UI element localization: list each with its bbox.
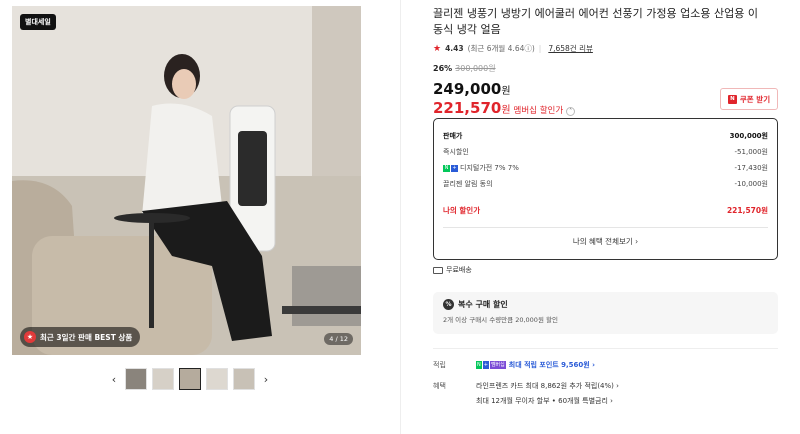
view-all-benefits-link[interactable]: 나의 혜택 전체보기 › [443, 236, 768, 247]
thumbnail[interactable] [233, 368, 255, 390]
multi-buy-desc: 2개 이상 구매시 수량만큼 20,000원 할인 [443, 316, 558, 324]
naver-plus-icon: N + 멤버십 [476, 361, 506, 369]
thumbnail[interactable] [125, 368, 147, 390]
price-unit: 원 [501, 86, 511, 97]
rating-row: ★ 4.43 (최근 6개월 4.64ⓘ) | 7,658건 리뷰 [433, 43, 778, 54]
product-title: 끌리젠 냉풍기 냉방기 에어쿨러 에어컨 선풍기 가정용 업소용 산업용 이동식… [433, 7, 758, 36]
gift-icon: ★ [24, 331, 36, 343]
member-price: 221,570 [433, 99, 502, 117]
product-info: 끌리젠 냉풍기 냉방기 에어쿨러 에어컨 선풍기 가정용 업소용 산업용 이동식… [433, 6, 778, 405]
truck-icon [433, 266, 443, 274]
price-row-digital: N + 디지털가전 7% 7% -17,430원 [443, 160, 768, 176]
alarm-discount-label: 끌리젠 알림 동의 [443, 180, 493, 188]
naver-pay-icon: N + [443, 164, 458, 172]
alarm-discount-value: -10,000원 [734, 180, 768, 188]
review-link[interactable]: 7,658건 리뷰 [548, 43, 593, 54]
chevron-left-icon[interactable]: ‹ [108, 373, 120, 386]
sale-badge: 별대세일 [20, 14, 56, 30]
final-price-row: 나의 할인가 221,570원 [443, 202, 768, 218]
member-price-label: 멤버십 할인가 [513, 106, 564, 116]
chevron-up-icon[interactable]: ˄ [566, 107, 576, 116]
product-photo [12, 6, 361, 355]
image-counter: 4 / 12 [324, 333, 353, 345]
price-row-instant: 즉시할인 -51,000원 [443, 144, 768, 160]
sale-price: 249,000 [433, 80, 502, 98]
separator: | [538, 44, 542, 53]
discount-percent: 26% [433, 64, 453, 73]
price-row-alarm: 끌리젠 알림 동의 -10,000원 [443, 176, 768, 192]
rating-score: 4.43 [445, 44, 464, 53]
chevron-right-icon[interactable]: › [260, 373, 272, 386]
price-breakdown: 판매가 300,000원 즉시할인 -51,000원 N + 디지털가전 7% 7%… [433, 118, 778, 260]
main-product-image[interactable]: 별대세일 ★ 최근 3일간 판매 BEST 상품 4 / 12 [12, 6, 361, 355]
thumbnail[interactable] [206, 368, 228, 390]
best-seller-text: 최근 3일간 판매 BEST 상품 [40, 332, 133, 342]
rating-sub[interactable]: (최근 6개월 4.64ⓘ) [468, 43, 535, 54]
best-seller-pill: ★ 최근 3일간 판매 BEST 상품 [20, 327, 141, 347]
divider [443, 227, 768, 228]
percent-icon: % [443, 299, 454, 310]
naver-n-icon: N [727, 94, 737, 104]
original-price: 300,000원 [455, 64, 496, 73]
coupon-button[interactable]: N 쿠폰 받기 [720, 88, 778, 110]
list-price-value: 300,000원 [729, 131, 768, 140]
instant-discount-label: 즉시할인 [443, 148, 469, 156]
shipping-text: 무료배송 [446, 266, 472, 274]
price-row-list: 판매가 300,000원 [443, 127, 768, 144]
thumbnail[interactable] [152, 368, 174, 390]
points-row: 적립 N + 멤버십 최대 적립 포인트 9,560원 › [433, 360, 595, 370]
column-divider [400, 0, 401, 434]
multi-buy-title: 복수 구매 할인 [458, 300, 508, 309]
multi-buy-title-row: % 복수 구매 할인 [443, 299, 768, 310]
final-price-value: 221,570원 [726, 205, 768, 215]
thumbnail-active[interactable] [179, 368, 201, 390]
thumbnail-strip: ‹ › [108, 368, 272, 390]
card-benefit-link[interactable]: 라인프렌즈 카드 최대 8,862원 추가 적립(4%) › [476, 381, 619, 391]
instant-discount-value: -51,000원 [734, 148, 768, 156]
installment-link[interactable]: 최대 12개월 무이자 할부 • 60개월 특별금리 › [476, 396, 619, 406]
list-price-label: 판매가 [443, 131, 463, 140]
member-price-unit: 원 [501, 105, 511, 116]
points-label: 적립 [433, 361, 446, 369]
coupon-button-label: 쿠폰 받기 [739, 94, 771, 104]
divider [433, 348, 778, 349]
digital-discount-value: -17,430원 [734, 164, 768, 172]
final-price-label: 나의 할인가 [443, 205, 481, 215]
shipping-row: 무료배송 [433, 265, 472, 275]
digital-discount-label: 디지털가전 7% 7% [460, 164, 519, 172]
star-icon: ★ [433, 43, 442, 54]
multi-buy-discount: % 복수 구매 할인 2개 이상 구매시 수량만큼 20,000원 할인 [433, 292, 778, 334]
benefit-row: 혜택 라인프렌즈 카드 최대 8,862원 추가 적립(4%) › 최대 12개… [433, 381, 619, 406]
benefit-label: 혜택 [433, 382, 446, 390]
points-link[interactable]: 최대 적립 포인트 9,560원 › [509, 361, 595, 369]
discount-row: 26% 300,000원 [433, 63, 778, 74]
